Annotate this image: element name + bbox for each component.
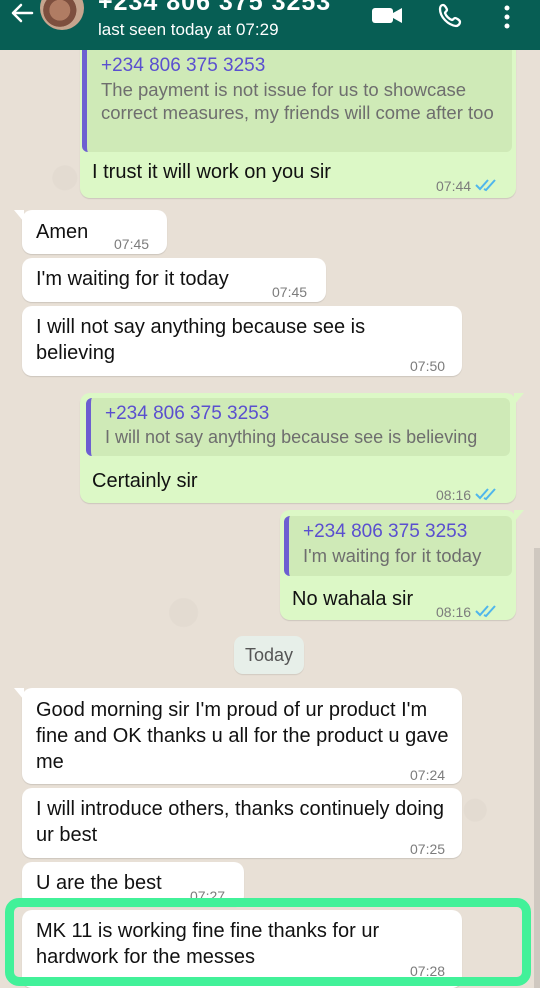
double-tick-icon — [475, 179, 496, 192]
date-separator: Today — [234, 636, 304, 674]
time-label: 08:16 — [436, 604, 472, 620]
time-label: 07:44 — [436, 178, 472, 194]
avatar[interactable] — [40, 0, 84, 30]
message-time: 07:24 — [410, 767, 446, 783]
message-bubble-incoming[interactable]: Amen 07:45 — [14, 210, 167, 254]
last-seen-status: last seen today at 07:29 — [98, 20, 279, 39]
message-bubble-incoming[interactable]: I will introduce others, thanks continue… — [22, 788, 462, 858]
quote-sender: +234 806 375 3253 — [105, 403, 270, 424]
chat-header: +234 806 375 3253 last seen today at 07:… — [0, 0, 540, 50]
reply-quote[interactable]: +234 806 375 3253 I'm waiting for it tod… — [284, 516, 512, 576]
double-tick-icon — [475, 488, 496, 501]
message-text: I will introduce others, thanks continue… — [36, 798, 445, 846]
message-text: I trust it will work on you sir — [92, 161, 331, 183]
message-text: Good morning sir I'm proud of ur product… — [36, 699, 449, 773]
message-bubble-outgoing[interactable]: +234 806 375 3253 I'm waiting for it tod… — [280, 510, 524, 620]
message-bubble-incoming[interactable]: I will not say anything because see is b… — [22, 306, 462, 376]
scrollbar[interactable] — [534, 548, 540, 988]
message-bubble-outgoing[interactable]: +234 806 375 3253 The payment is not iss… — [80, 38, 516, 198]
message-time: 07:45 — [114, 236, 150, 252]
reply-quote[interactable]: +234 806 375 3253 The payment is not iss… — [82, 42, 512, 152]
quote-text: I will not say anything because see is b… — [105, 427, 478, 447]
message-text: Certainly sir — [92, 470, 198, 492]
message-time: 07:25 — [410, 841, 446, 857]
message-time: 07:45 — [272, 284, 308, 300]
double-tick-icon — [475, 605, 496, 618]
contact-name[interactable]: +234 806 375 3253 — [98, 0, 331, 17]
quote-sender: +234 806 375 3253 — [303, 521, 468, 542]
message-time: 07:44 — [436, 173, 499, 199]
message-text: I will not say anything because see is b… — [36, 316, 366, 364]
back-arrow-icon[interactable] — [8, 1, 36, 25]
message-time: 07:50 — [410, 358, 446, 374]
video-call-icon[interactable] — [370, 3, 404, 27]
menu-icon[interactable] — [500, 3, 514, 31]
message-bubble-incoming[interactable]: Good morning sir I'm proud of ur product… — [14, 688, 462, 784]
quote-text: The payment is not issue for us to showc… — [101, 79, 494, 123]
message-text: Amen — [36, 221, 89, 243]
message-text: No wahala sir — [292, 588, 414, 610]
message-bubble-incoming[interactable]: I'm waiting for it today 07:45 — [22, 258, 326, 302]
message-text: U are the best — [36, 872, 162, 894]
message-bubble-outgoing[interactable]: +234 806 375 3253 I will not say anythin… — [80, 393, 524, 503]
message-time: 08:16 — [436, 599, 499, 625]
message-time: 08:16 — [436, 482, 499, 508]
reply-quote[interactable]: +234 806 375 3253 I will not say anythin… — [86, 398, 510, 456]
quote-text: I'm waiting for it today — [303, 545, 482, 566]
message-text: I'm waiting for it today — [36, 268, 229, 290]
time-label: 08:16 — [436, 487, 472, 503]
voice-call-icon[interactable] — [438, 3, 464, 29]
highlight-annotation — [5, 898, 531, 986]
quote-sender: +234 806 375 3253 — [101, 55, 266, 76]
